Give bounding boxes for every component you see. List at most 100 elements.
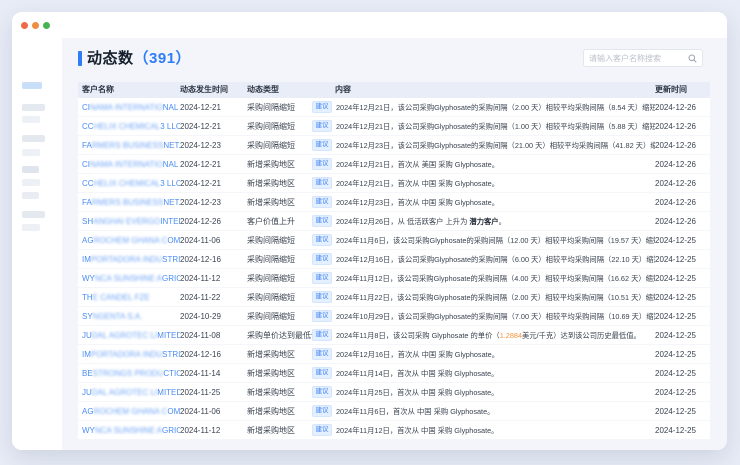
sidebar-item[interactable] xyxy=(22,179,40,186)
content-text: 2024年11月12日，首次从 中国 采购 Glyphosate。 xyxy=(336,426,498,435)
event-content-cell: 建议2024年12月26日，从 低活跃客户 上升为 潜力客户。 xyxy=(312,212,655,230)
content-text: 2024年11月14日，首次从 中国 采购 Glyphosate。 xyxy=(336,369,498,378)
update-date: 2024-12-25 xyxy=(655,383,710,401)
suggestion-badge: 建议 xyxy=(312,120,332,132)
event-content-cell: 建议2024年12月23日，该公司采购Glyphosate的采购间隔（21.00… xyxy=(312,136,655,154)
customer-name-prefix: SY xyxy=(82,312,93,321)
customer-name-link[interactable]: AGROCHEM GHANA COMPA... xyxy=(78,402,180,420)
content-text: 2024年11月8日，该公司采购 Glyphosate 的单价（ xyxy=(336,331,500,340)
window-minimize-button[interactable] xyxy=(32,22,39,29)
event-content-text: 2024年12月16日，首次从 中国 采购 Glyphosate。 xyxy=(336,345,499,363)
event-content-text: 2024年11月6日，首次从 中国 采购 Glyphosate。 xyxy=(336,402,494,420)
search-icon[interactable] xyxy=(688,54,697,63)
column-header-customer-name: 客户名称 xyxy=(78,82,180,98)
search-input[interactable] xyxy=(589,54,688,63)
customer-name-link[interactable]: CINAMA INTERNATIONAL L... xyxy=(78,98,180,116)
customer-name-link[interactable]: AGROCHEM GHANA COMPA... xyxy=(78,231,180,249)
customer-name-link[interactable]: FARMERS BUSINESSNET... xyxy=(78,193,180,211)
table-row: CCHELIX CHEMICAL3 LLC2024-12-21采购间隔缩短建议2… xyxy=(78,117,710,136)
customer-name-link[interactable]: CINAMA INTERNATIONAL L... xyxy=(78,155,180,173)
sidebar-item[interactable] xyxy=(22,166,39,173)
customer-name-suffix: 3 LLC xyxy=(160,179,180,188)
customer-name-redacted: RMERS BUSINESS xyxy=(92,198,164,207)
customer-name-redacted: HELIX CHEMICAL xyxy=(94,122,161,131)
customer-name-link[interactable]: BESTRONGS PRODUCTIO... xyxy=(78,364,180,382)
window-close-button[interactable] xyxy=(21,22,28,29)
column-header-event-time: 动态发生时间 xyxy=(180,82,247,98)
customer-name-redacted: PORTADORA INDU xyxy=(91,255,162,264)
event-content-text: 2024年11月14日，首次从 中国 采购 Glyphosate。 xyxy=(336,364,498,382)
customer-name-prefix: AG xyxy=(82,407,94,416)
content-text: 。 xyxy=(499,217,506,226)
customer-name-redacted: ROCHEM GHANA C xyxy=(94,236,168,245)
content-text: 2024年11月25日，首次从 中国 采购 Glyphosate。 xyxy=(336,388,498,397)
event-type: 新增采购地区 xyxy=(247,402,312,420)
event-content-cell: 建议2024年10月29日，该公司采购Glyphosate的采购间隔（7.00 … xyxy=(312,307,655,325)
suggestion-badge: 建议 xyxy=(312,139,332,151)
event-date: 2024-11-08 xyxy=(180,326,247,344)
event-content-cell: 建议2024年11月8日，该公司采购 Glyphosate 的单价（1.2884… xyxy=(312,326,655,344)
table-row: SYNGENTA S.A.2024-10-29采购间隔缩短建议2024年10月2… xyxy=(78,307,710,326)
table-row: JUDAL AGROTEC LIMITED2024-11-08采购单价达到最低值… xyxy=(78,326,710,345)
customer-name-redacted: PORTADORA INDU xyxy=(91,350,162,359)
page-title-count: （391） xyxy=(134,50,192,67)
event-type: 新增采购地区 xyxy=(247,364,312,382)
sidebar-item[interactable] xyxy=(22,135,45,142)
table-row: IMPORTADORA INDUSTRIA...2024-12-16采购间隔缩短… xyxy=(78,250,710,269)
event-content-text: 2024年11月22日，该公司采购Glyphosate的采购间隔（2.00 天）… xyxy=(336,288,655,306)
customer-name-suffix: OMPA... xyxy=(167,407,180,416)
customer-name-suffix: MITED xyxy=(157,331,180,340)
sidebar-item[interactable] xyxy=(22,211,45,218)
customer-name-link[interactable]: JUDAL AGROTEC LIMITED xyxy=(78,383,180,401)
table-row: BESTRONGS PRODUCTIO...2024-11-14新增采购地区建议… xyxy=(78,364,710,383)
table-row: AGROCHEM GHANA COMPA...2024-11-06采购间隔缩短建… xyxy=(78,231,710,250)
customer-name-link[interactable]: IMPORTADORA INDUSTRIA... xyxy=(78,250,180,268)
customer-name-link[interactable]: CCHELIX CHEMICAL3 LLC xyxy=(78,174,180,192)
customer-name-link[interactable]: FARMERS BUSINESSNET... xyxy=(78,136,180,154)
customer-name-link[interactable]: SYNGENTA S.A. xyxy=(78,307,180,325)
table-row: WYNCA SUNSHINE AGRIC ...2024-11-12新增采购地区… xyxy=(78,421,710,440)
sidebar-item[interactable] xyxy=(22,116,40,123)
customer-name-link[interactable]: JUDAL AGROTEC LIMITED xyxy=(78,326,180,344)
event-content-cell: 建议2024年11月25日，首次从 中国 采购 Glyphosate。 xyxy=(312,383,655,401)
content-text: 2024年12月23日，首次从 中国 采购 Glyphosate。 xyxy=(336,198,499,207)
customer-name-redacted: NAMA INTERNATIO xyxy=(90,160,163,169)
customer-name-prefix: SH xyxy=(82,217,93,226)
customer-name-link[interactable]: THE CANDEL FZE xyxy=(78,288,180,306)
update-date: 2024-12-25 xyxy=(655,231,710,249)
page-title-text: 动态数 xyxy=(87,50,134,67)
suggestion-badge: 建议 xyxy=(312,158,332,170)
customer-name-link[interactable]: WYNCA SUNSHINE AGRIC ... xyxy=(78,269,180,287)
customer-name-link[interactable]: CCHELIX CHEMICAL3 LLC xyxy=(78,117,180,135)
customer-name-link[interactable]: SHANGHAI EVERGOINTER... xyxy=(78,212,180,230)
window-maximize-button[interactable] xyxy=(43,22,50,29)
table-row: JUDAL AGROTEC LIMITED2024-11-25新增采购地区建议2… xyxy=(78,383,710,402)
event-content-text: 2024年12月26日，从 低活跃客户 上升为 潜力客户。 xyxy=(336,212,506,230)
sidebar-item[interactable] xyxy=(22,149,40,156)
event-content-cell: 建议2024年12月16日，首次从 中国 采购 Glyphosate。 xyxy=(312,345,655,363)
customer-name-redacted: RMERS BUSINESS xyxy=(92,141,164,150)
sidebar-item[interactable] xyxy=(22,104,45,111)
content-text: 2024年10月29日，该公司采购Glyphosate的采购间隔（7.00 天）… xyxy=(336,312,655,321)
customer-name-link[interactable]: WYNCA SUNSHINE AGRIC ... xyxy=(78,421,180,439)
sidebar-item[interactable] xyxy=(22,224,40,231)
event-date: 2024-12-26 xyxy=(180,212,247,230)
event-type: 新增采购地区 xyxy=(247,383,312,401)
event-content-text: 2024年11月12日，该公司采购Glyphosate的采购间隔（4.00 天）… xyxy=(336,269,655,287)
suggestion-badge: 建议 xyxy=(312,405,332,417)
sidebar-item[interactable] xyxy=(22,192,39,199)
event-content-cell: 建议2024年12月16日，该公司采购Glyphosate的采购间隔（6.00 … xyxy=(312,250,655,268)
customer-name-prefix: CI xyxy=(82,103,90,112)
event-content-cell: 建议2024年12月21日，该公司采购Glyphosate的采购间隔（1.00 … xyxy=(312,117,655,135)
event-type: 采购间隔缩短 xyxy=(247,117,312,135)
table-row: IMPORTADORA INDUSTRIA...2024-12-16新增采购地区… xyxy=(78,345,710,364)
app-window: 动态数（391） 客户名称 动态发生时间 动态类型 内容 更新时间 CINAMA… xyxy=(12,12,727,450)
update-date: 2024-12-25 xyxy=(655,269,710,287)
event-content-text: 2024年11月12日，首次从 中国 采购 Glyphosate。 xyxy=(336,421,498,439)
suggestion-badge: 建议 xyxy=(312,424,332,436)
customer-name-prefix: JU xyxy=(82,388,92,397)
customer-name-link[interactable]: IMPORTADORA INDUSTRIA... xyxy=(78,345,180,363)
table-row: CINAMA INTERNATIONAL L...2024-12-21采购间隔缩… xyxy=(78,98,710,117)
customer-name-suffix: GRIC ... xyxy=(162,274,180,283)
sidebar-item-active[interactable] xyxy=(22,82,42,89)
